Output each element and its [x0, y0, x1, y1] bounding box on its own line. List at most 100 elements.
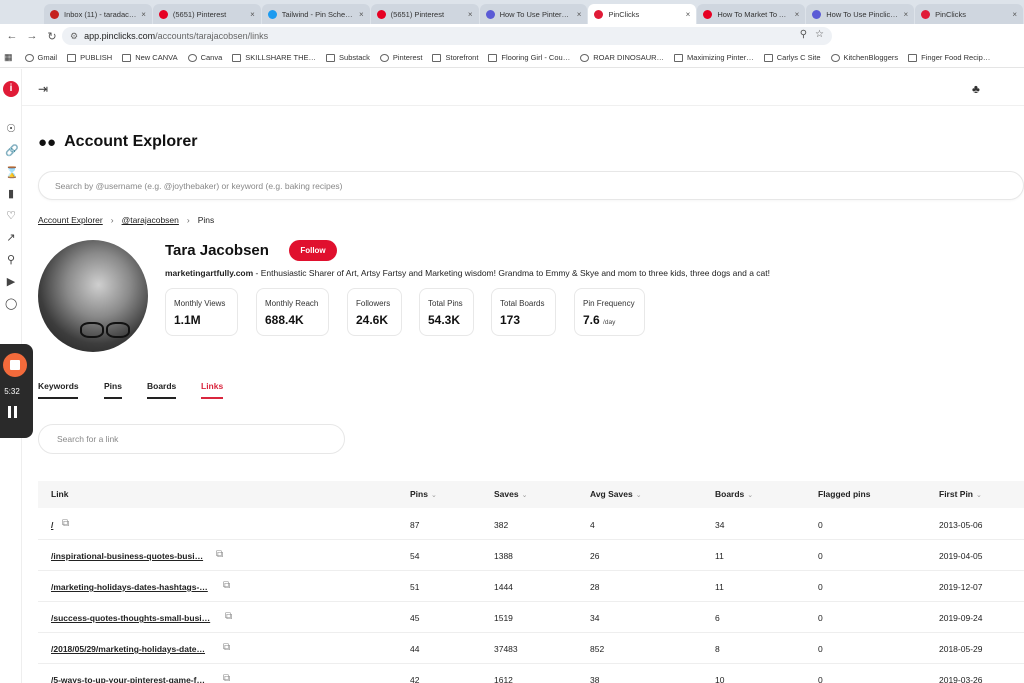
bookmark-label: PUBLISH — [80, 53, 113, 62]
browser-tab[interactable]: PinClicks × — [915, 4, 1024, 24]
bookmark-item[interactable]: Finger Food Recip… — [908, 53, 990, 62]
breadcrumb-account-explorer[interactable]: Account Explorer — [38, 215, 103, 225]
tab-pins[interactable]: Pins — [104, 381, 122, 399]
table-cell: 26 — [590, 551, 600, 561]
close-icon[interactable]: × — [686, 10, 691, 19]
logout-icon[interactable]: ⇥ — [38, 82, 48, 96]
pinclicks-logo[interactable]: i — [3, 81, 19, 97]
compass-icon[interactable]: ☉ — [5, 123, 17, 135]
close-icon[interactable]: × — [577, 10, 582, 19]
browser-tab[interactable]: Tailwind - Pin Schedu… × — [261, 4, 370, 24]
reload-icon[interactable]: ↻ — [44, 30, 60, 43]
apps-grid-icon[interactable]: ▦ — [4, 52, 13, 63]
stop-recording-button[interactable] — [3, 353, 27, 377]
bookmark-folder-icon — [432, 53, 442, 62]
close-icon[interactable]: × — [1012, 10, 1017, 19]
bar-chart-icon[interactable]: ▮ — [5, 188, 17, 200]
browser-tab[interactable]: PinClicks × — [588, 4, 697, 24]
bookmark-item[interactable]: SKILLSHARE THE… — [232, 53, 316, 62]
table-cell: 87 — [410, 520, 420, 530]
browser-tab[interactable]: How To Use Pinclicks… × — [806, 4, 915, 24]
tab-links[interactable]: Links — [201, 381, 223, 399]
tab-boards[interactable]: Boards — [147, 381, 176, 399]
close-icon[interactable]: × — [468, 10, 473, 19]
bookmark-item[interactable]: Flooring Girl - Cou… — [488, 53, 570, 62]
tab-underline — [147, 397, 176, 399]
bookmark-item[interactable]: PUBLISH — [67, 53, 112, 62]
line-chart-icon[interactable]: ↗ — [5, 232, 17, 244]
bookmark-label: Finger Food Recip… — [921, 53, 991, 62]
link-url[interactable]: /inspirational-business-quotes-busi… — [51, 551, 203, 561]
close-icon[interactable]: × — [795, 10, 800, 19]
column-header-saves[interactable]: Saves ⌄ — [494, 489, 527, 499]
link-url[interactable]: /marketing-holidays-dates-hashtags-… — [51, 582, 208, 592]
binoculars-icon: ●● — [38, 133, 57, 151]
close-icon[interactable]: × — [359, 10, 364, 19]
bell-icon[interactable]: ♣ — [972, 82, 980, 96]
account-search-input[interactable]: Search by @username (e.g. @joythebaker) … — [38, 171, 1024, 200]
bookmark-item[interactable]: New CANVA — [122, 53, 178, 62]
bookmark-icon[interactable]: ▶ — [5, 276, 17, 288]
external-link-icon[interactable]: ⧉ — [223, 673, 230, 683]
link-icon[interactable]: 🔗 — [5, 145, 19, 157]
tab-label: Pins — [104, 381, 122, 391]
bookmarks-bar: ▦ Gmail PUBLISH New CANVA Canva SKILLSHARE T… — [0, 48, 1024, 68]
tab-keywords[interactable]: Keywords — [38, 381, 79, 399]
zoom-icon[interactable]: ⚲ — [800, 29, 807, 40]
external-link-icon[interactable]: ⧉ — [223, 642, 230, 653]
bookmark-label: Maximizing Pinter… — [687, 53, 754, 62]
bookmark-item[interactable]: Maximizing Pinter… — [674, 53, 754, 62]
close-icon[interactable]: × — [903, 10, 908, 19]
link-url[interactable]: /2018/05/29/marketing-holidays-date… — [51, 644, 205, 654]
bookmark-folder-icon — [326, 53, 336, 62]
breadcrumb-username[interactable]: @tarajacobsen — [122, 215, 179, 225]
binoculars-icon[interactable]: ◯ — [5, 298, 17, 310]
pause-recording-button[interactable] — [8, 406, 18, 418]
hourglass-icon[interactable]: ⌛ — [5, 167, 19, 179]
back-icon[interactable]: ← — [4, 30, 20, 42]
url-field[interactable]: ⚙ app.pinclicks.com/accounts/tarajacobse… — [62, 27, 832, 45]
link-search-input[interactable]: Search for a link — [38, 424, 345, 454]
link-url[interactable]: / — [51, 520, 53, 530]
browser-tab[interactable]: How To Market To A… × — [697, 4, 806, 24]
browser-tab[interactable]: Inbox (11) - taradact… × — [44, 4, 152, 24]
close-icon[interactable]: × — [250, 10, 255, 19]
browser-tab-title: (5651) Pinterest — [390, 9, 445, 19]
close-icon[interactable]: × — [141, 10, 146, 19]
heart-icon[interactable]: ♡ — [5, 210, 17, 222]
bookmark-star-icon[interactable]: ☆ — [815, 29, 824, 40]
column-header-avg-saves[interactable]: Avg Saves ⌄ — [590, 489, 642, 499]
bookmark-item[interactable]: Pinterest — [379, 53, 422, 62]
profile-website[interactable]: marketingartfully.com — [165, 268, 253, 278]
bookmark-item[interactable]: Gmail — [24, 53, 57, 62]
table-cell: 1519 — [494, 613, 513, 623]
external-link-icon[interactable]: ⧉ — [225, 611, 232, 622]
stat-card: Pin Frequency 7.6 /day — [574, 288, 645, 336]
follow-button[interactable]: Follow — [289, 240, 337, 261]
bookmark-item[interactable]: KitchenBloggers — [830, 53, 898, 62]
column-header-boards[interactable]: Boards ⌄ — [715, 489, 753, 499]
column-header-first-pin[interactable]: First Pin ⌄ — [939, 489, 982, 499]
external-link-icon[interactable]: ⧉ — [62, 518, 69, 529]
bookmark-folder-icon — [232, 53, 242, 62]
bookmark-item[interactable]: Substack — [326, 53, 370, 62]
search-settings-icon[interactable]: ⚲ — [5, 254, 17, 266]
forward-icon[interactable]: → — [24, 30, 40, 42]
bookmark-item[interactable]: ROAR DINOSAUR… — [580, 53, 664, 62]
bookmark-item[interactable]: Carlys C Site — [763, 53, 821, 62]
browser-tab[interactable]: (5651) Pinterest × — [370, 4, 479, 24]
column-header-pins[interactable]: Pins ⌄ — [410, 489, 437, 499]
chevron-right-icon: › — [110, 215, 114, 225]
tab-favicon-icon — [812, 9, 822, 19]
bookmark-item[interactable]: Canva — [187, 53, 222, 62]
link-url[interactable]: /success-quotes-thoughts-small-busi… — [51, 613, 210, 623]
browser-tab[interactable]: (5651) Pinterest × — [152, 4, 261, 24]
link-url[interactable]: /5-ways-to-up-your-pinterest-game-f… — [51, 675, 205, 683]
chevron-right-icon: › — [186, 215, 190, 225]
browser-tab[interactable]: How To Use Pinterest… × — [479, 4, 588, 24]
site-info-icon[interactable]: ⚙ — [70, 31, 78, 42]
external-link-icon[interactable]: ⧉ — [216, 549, 223, 560]
external-link-icon[interactable]: ⧉ — [223, 580, 230, 591]
profile-bio-text: - Enthusiastic Sharer of Art, Artsy Fart… — [253, 268, 770, 278]
bookmark-item[interactable]: Storefront — [432, 53, 478, 62]
